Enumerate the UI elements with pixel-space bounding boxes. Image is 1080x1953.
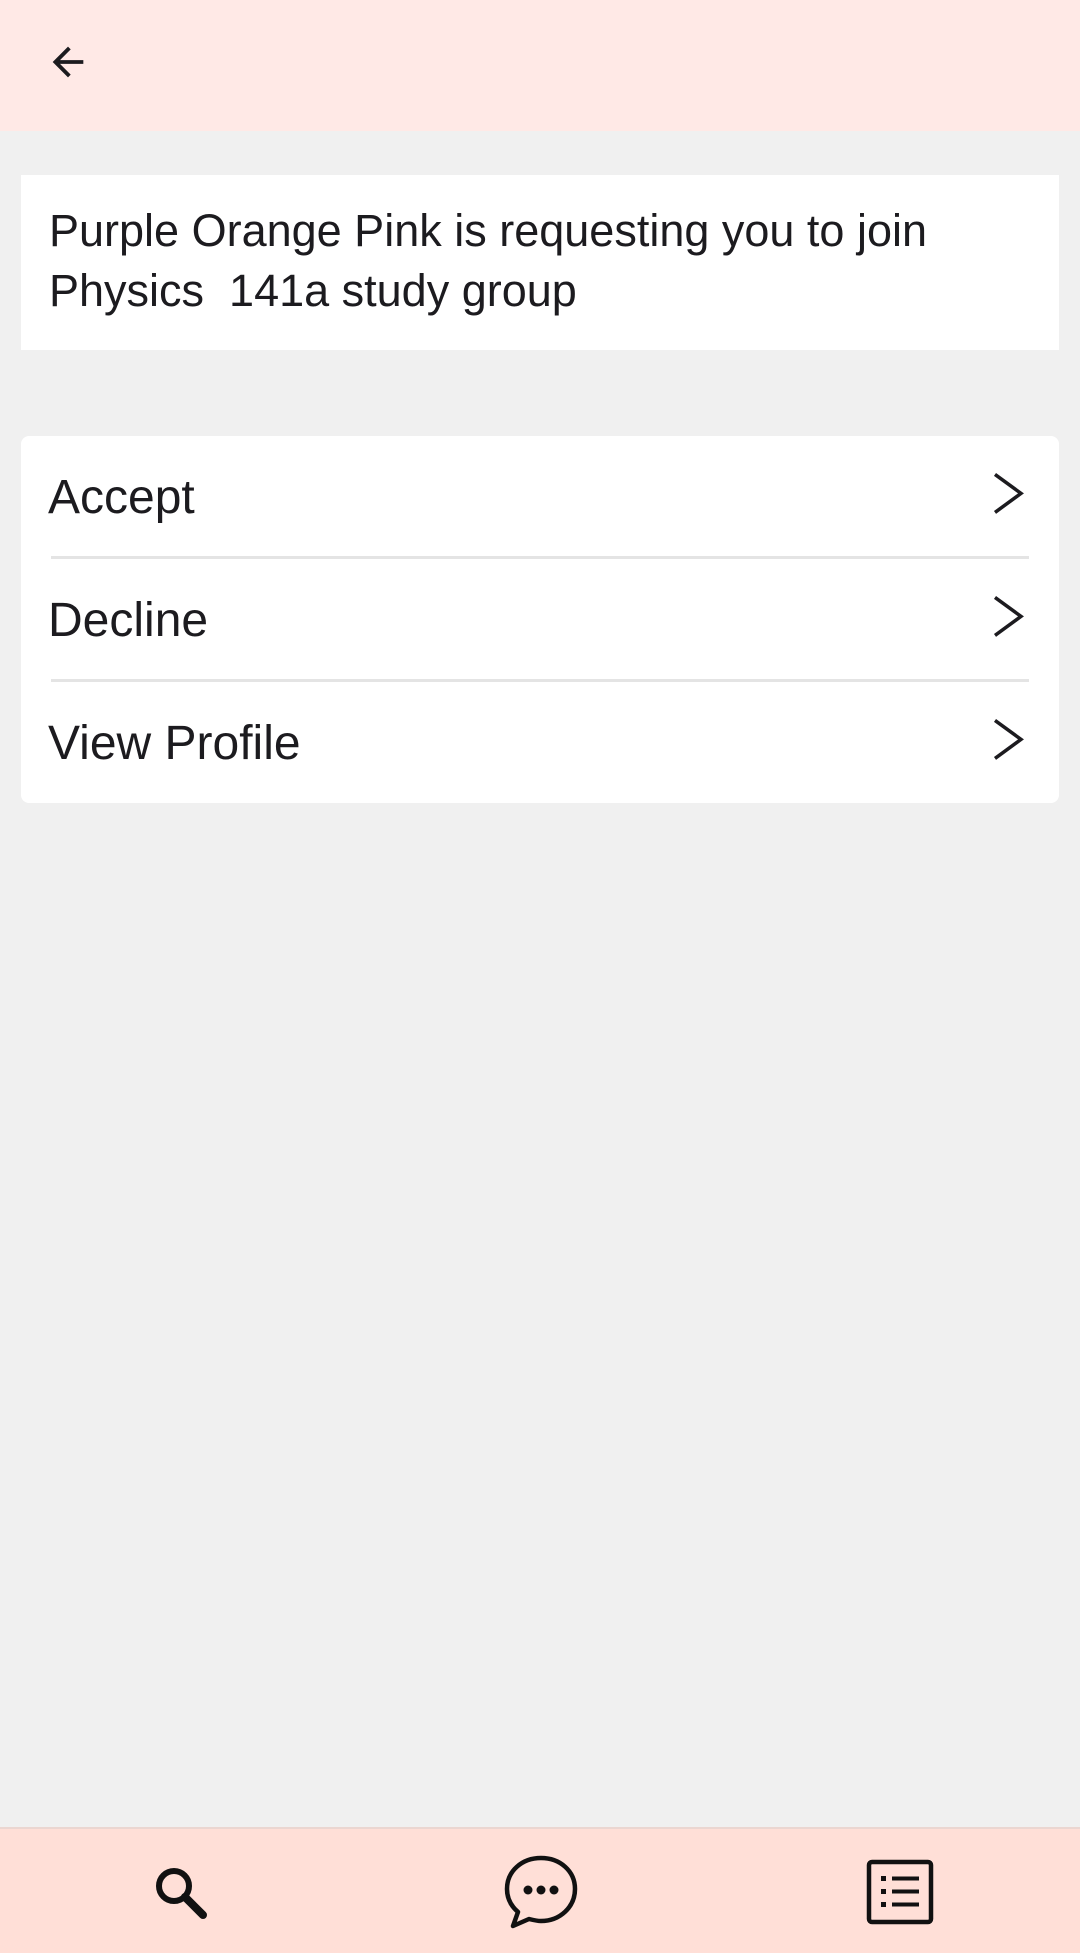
list-icon	[866, 1859, 934, 1925]
nav-list-button[interactable]	[825, 1829, 975, 1953]
view-profile-label: View Profile	[48, 717, 301, 770]
top-app-bar	[0, 0, 1080, 131]
chat-bubble-icon	[504, 1855, 578, 1929]
decline-label: Decline	[48, 594, 209, 647]
nav-search-button[interactable]	[105, 1829, 255, 1953]
request-message: Purple Orange Pink is requesting you to …	[49, 205, 928, 316]
chevron-right-icon	[993, 595, 1024, 637]
bottom-navigation	[0, 1827, 1080, 1953]
chevron-right-icon	[993, 718, 1024, 760]
accept-label: Accept	[48, 471, 195, 524]
request-message-card: Purple Orange Pink is requesting you to …	[21, 175, 1059, 350]
arrow-left-icon	[52, 46, 84, 78]
search-icon	[156, 1868, 207, 1919]
back-button[interactable]	[28, 22, 108, 102]
chevron-right-icon	[993, 472, 1024, 514]
options-list: Accept Decline View Profile	[21, 436, 1059, 803]
nav-chat-button[interactable]	[466, 1829, 616, 1953]
view-profile-button[interactable]: View Profile	[21, 682, 1059, 803]
accept-button[interactable]: Accept	[21, 436, 1059, 559]
decline-button[interactable]: Decline	[21, 559, 1059, 682]
